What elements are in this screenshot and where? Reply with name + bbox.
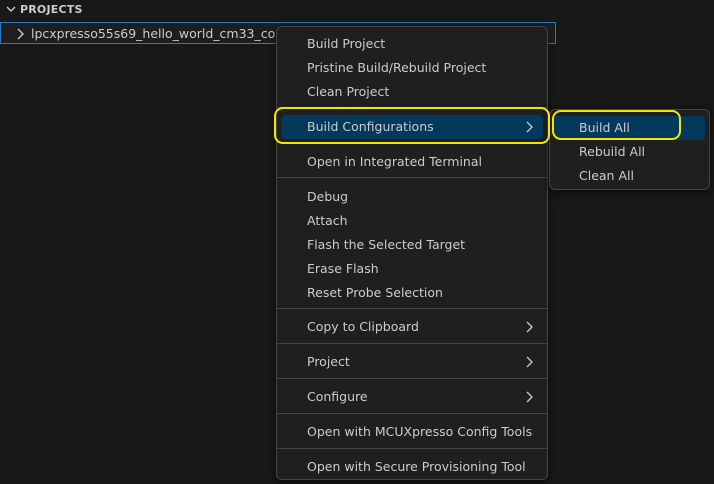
chevron-down-icon (6, 6, 16, 12)
menu-item-label: Configure (307, 389, 368, 404)
menu-item-label: Build Configurations (307, 119, 434, 134)
menu-item-label: Copy to Clipboard (307, 319, 419, 334)
menu-item-flash-target[interactable]: Flash the Selected Target (281, 233, 543, 257)
menu-item-label: Flash the Selected Target (307, 237, 466, 252)
menu-item-copy-to-clipboard[interactable]: Copy to Clipboard (281, 315, 543, 339)
menu-item-label: Debug (307, 189, 349, 204)
menu-separator (277, 142, 547, 143)
menu-item-label: Open with Secure Provisioning Tool (307, 459, 526, 474)
build-configurations-submenu: Build All Rebuild All Clean All (549, 109, 710, 190)
submenu-item-label: Clean All (579, 168, 634, 183)
menu-item-open-terminal[interactable]: Open in Integrated Terminal (281, 150, 543, 174)
menu-separator (277, 413, 547, 414)
chevron-right-icon (526, 391, 533, 403)
submenu-item-clean-all[interactable]: Clean All (554, 164, 705, 188)
menu-item-project[interactable]: Project (281, 350, 543, 374)
menu-item-build-project[interactable]: Build Project (281, 32, 543, 56)
submenu-item-build-all[interactable]: Build All (554, 116, 705, 140)
menu-separator (277, 378, 547, 379)
menu-item-open-secure-provisioning[interactable]: Open with Secure Provisioning Tool (281, 455, 543, 479)
chevron-right-icon (526, 121, 533, 133)
menu-separator (277, 448, 547, 449)
menu-item-debug[interactable]: Debug (281, 185, 543, 209)
menu-item-label: Open in Integrated Terminal (307, 154, 482, 169)
chevron-right-icon (526, 321, 533, 333)
menu-separator (277, 177, 547, 178)
menu-separator (277, 107, 547, 108)
menu-item-label: Open with MCUXpresso Config Tools (307, 424, 533, 439)
submenu-item-label: Build All (579, 120, 630, 135)
menu-item-open-config-tools[interactable]: Open with MCUXpresso Config Tools (281, 420, 543, 444)
menu-item-label: Project (307, 354, 350, 369)
menu-item-label: Attach (307, 213, 348, 228)
menu-item-label: Reset Probe Selection (307, 285, 443, 300)
menu-item-erase-flash[interactable]: Erase Flash (281, 257, 543, 281)
menu-item-reset-probe[interactable]: Reset Probe Selection (281, 281, 543, 305)
menu-item-label: Erase Flash (307, 261, 379, 276)
menu-separator (277, 308, 547, 309)
submenu-item-label: Rebuild All (579, 144, 646, 159)
project-name: lpcxpresso55s69_hello_world_cm33_core0 (31, 26, 296, 41)
menu-item-configure[interactable]: Configure (281, 385, 543, 409)
chevron-right-icon (526, 356, 533, 368)
menu-item-label: Clean Project (307, 84, 390, 99)
submenu-item-rebuild-all[interactable]: Rebuild All (554, 140, 705, 164)
menu-item-clean-project[interactable]: Clean Project (281, 80, 543, 104)
menu-item-attach[interactable]: Attach (281, 209, 543, 233)
menu-item-label: Pristine Build/Rebuild Project (307, 60, 487, 75)
chevron-right-icon (17, 28, 24, 40)
menu-item-build-configurations[interactable]: Build Configurations (281, 115, 543, 139)
context-menu: Build Project Pristine Build/Rebuild Pro… (276, 26, 548, 480)
projects-section-header[interactable]: PROJECTS (0, 0, 714, 20)
menu-separator (277, 343, 547, 344)
section-title: PROJECTS (20, 3, 83, 16)
menu-item-label: Build Project (307, 36, 386, 51)
menu-item-pristine-build[interactable]: Pristine Build/Rebuild Project (281, 56, 543, 80)
